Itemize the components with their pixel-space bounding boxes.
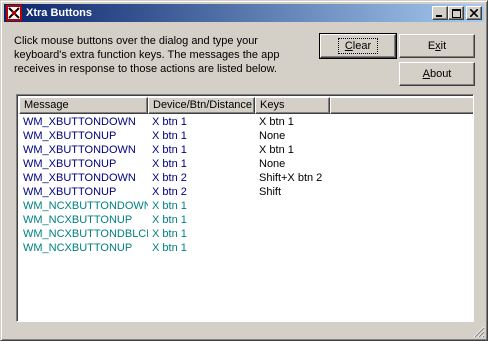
keys-cell: Shift — [259, 186, 282, 198]
minimize-icon — [436, 15, 442, 17]
list-row[interactable]: WM_XBUTTONUP X btn 2 Shift — [19, 185, 330, 199]
instructions-text: Click mouse buttons over the dialog and … — [14, 34, 304, 76]
device-cell: X btn 1 — [152, 214, 187, 226]
device-cell: X btn 1 — [152, 228, 187, 240]
minimize-button[interactable] — [432, 6, 448, 20]
app-icon[interactable] — [6, 5, 22, 21]
maximize-button[interactable] — [448, 6, 464, 20]
message-cell: WM_NCXBUTTONUP — [23, 242, 133, 254]
keys-cell — [255, 213, 330, 227]
resize-grip-icon[interactable] — [473, 326, 485, 338]
about-button[interactable]: About — [399, 62, 475, 86]
list-row[interactable]: WM_XBUTTONDOWN X btn 1 X btn 1 — [19, 115, 330, 129]
close-icon — [470, 9, 478, 17]
column-header-message[interactable]: Message — [19, 97, 148, 114]
clear-label-rest: lear — [352, 40, 372, 52]
keys-cell: None — [259, 158, 286, 170]
maximize-icon — [451, 8, 461, 18]
list-row[interactable]: WM_NCXBUTTONDOWN X btn 1 — [19, 199, 330, 213]
column-header-keys[interactable]: Keys — [255, 97, 330, 114]
message-cell: WM_XBUTTONDOWN — [23, 116, 136, 128]
title-bar[interactable]: Xtra Buttons — [4, 4, 484, 22]
message-cell: WM_XBUTTONDOWN — [23, 144, 136, 156]
list-body: WM_XBUTTONDOWN X btn 1X btn 1 WM_XBUTTONUP… — [19, 115, 330, 255]
list-row[interactable]: WM_XBUTTONUP X btn 1 None — [19, 129, 330, 143]
list-header: Message Device/Btn/Distance Keys — [19, 97, 473, 114]
about-label-rest: bout — [429, 68, 452, 80]
window-title: Xtra Buttons — [26, 7, 92, 19]
list-row[interactable]: WM_XBUTTONDOWN X btn 1 X btn 1 — [19, 143, 330, 157]
message-cell: WM_XBUTTONUP — [23, 186, 117, 198]
exit-button-label: Exit — [422, 39, 452, 53]
exit-label-rest: it — [440, 40, 447, 52]
list-row[interactable]: WM_NCXBUTTONUP X btn 1 — [19, 213, 330, 227]
instructions-line-2: keyboard's extra function keys. The mess… — [14, 49, 280, 61]
keys-cell: X btn 1 — [259, 116, 294, 128]
column-header-device[interactable]: Device/Btn/Distance — [148, 97, 255, 114]
device-cell: X btn 1 — [152, 200, 187, 212]
message-cell: WM_XBUTTONDOWN — [23, 172, 136, 184]
clear-button[interactable]: Clear — [319, 33, 397, 59]
message-list[interactable]: Message Device/Btn/Distance Keys WM_XBUT… — [16, 94, 474, 322]
dialog-window: Xtra Buttons Click mouse buttons over th… — [0, 0, 488, 341]
about-hotkey: A — [422, 68, 430, 80]
message-cell: WM_XBUTTONUP — [23, 130, 117, 142]
list-row[interactable]: WM_NCXBUTTONDBLCLK X btn 1 — [19, 227, 330, 241]
keys-cell — [255, 199, 330, 213]
message-cell: WM_NCXBUTTONDBLCLK — [23, 228, 148, 240]
instructions-line-3: receives in response to those actions ar… — [14, 63, 277, 75]
clear-button-label: Clear — [337, 38, 379, 54]
device-cell: X btn 1 — [152, 242, 187, 254]
device-cell: X btn 1 — [152, 158, 187, 170]
clear-hotkey: C — [344, 40, 353, 52]
list-row[interactable]: WM_XBUTTONDOWN X btn 2 Shift+X btn 2 — [19, 171, 330, 185]
message-cell: WM_XBUTTONUP — [23, 158, 117, 170]
device-cell: X btn 1 — [152, 116, 187, 128]
keys-cell: None — [259, 130, 286, 142]
device-cell: X btn 1 — [152, 144, 187, 156]
close-button[interactable] — [466, 6, 482, 20]
keys-cell: Shift+X btn 2 — [259, 172, 323, 184]
list-row[interactable]: WM_XBUTTONUP X btn 1 None — [19, 157, 330, 171]
device-cell: X btn 1 — [152, 130, 187, 142]
keys-cell — [255, 227, 330, 241]
device-cell: X btn 2 — [152, 172, 187, 184]
column-header-filler — [330, 97, 473, 114]
instructions-line-1: Click mouse buttons over the dialog and … — [14, 35, 258, 47]
keys-cell: X btn 1 — [259, 144, 294, 156]
message-cell: WM_NCXBUTTONUP — [23, 214, 133, 226]
list-row[interactable]: WM_NCXBUTTONUP X btn 1 — [19, 241, 330, 255]
message-cell: WM_NCXBUTTONDOWN — [23, 200, 148, 212]
device-cell: X btn 2 — [152, 186, 187, 198]
exit-button[interactable]: Exit — [399, 34, 475, 58]
keys-cell — [255, 241, 330, 255]
about-button-label: About — [417, 67, 458, 81]
